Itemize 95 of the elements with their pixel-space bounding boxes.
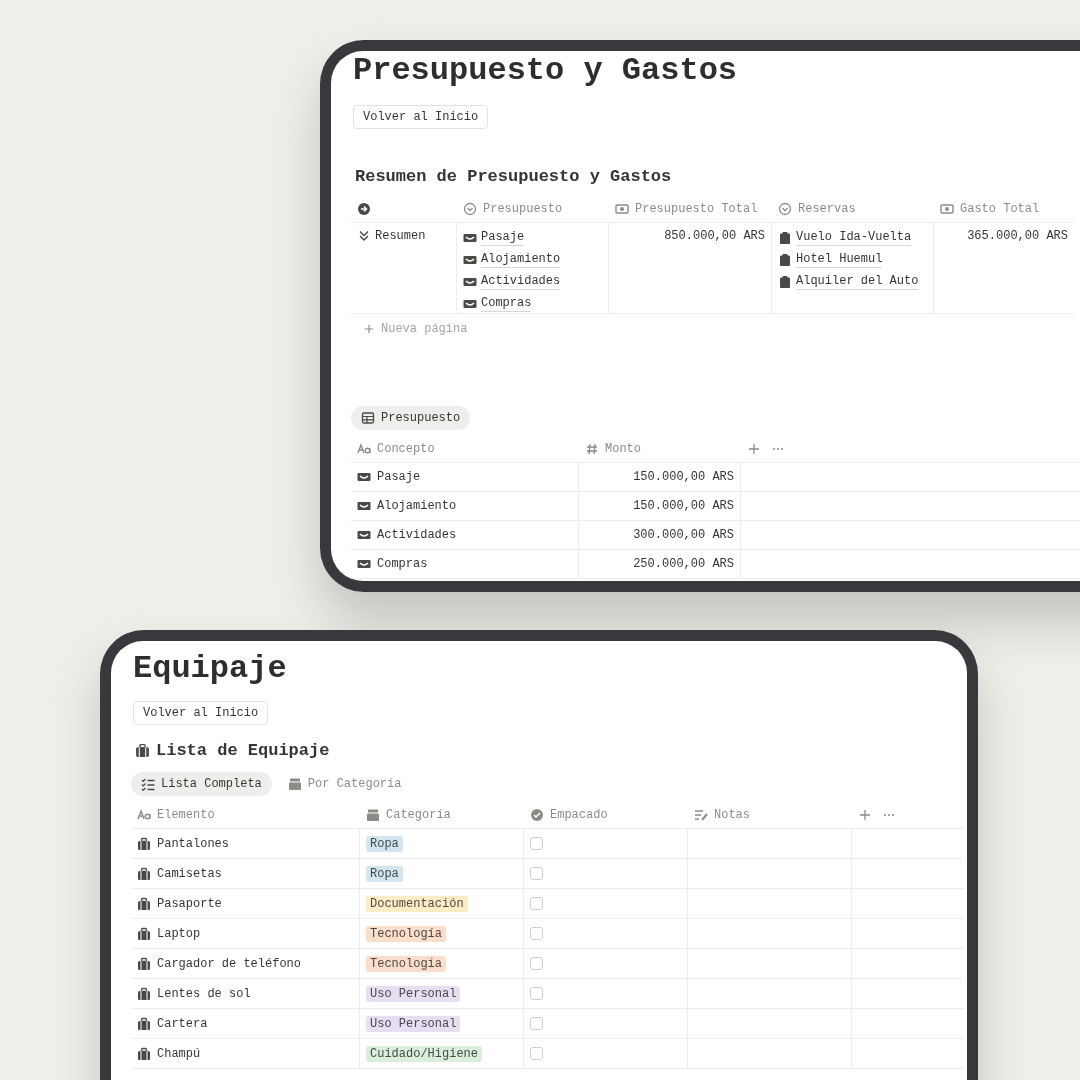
money-icon [357,557,371,571]
money-icon [357,499,371,513]
suitcase-icon [137,836,151,851]
row-title[interactable]: Alojamiento [377,499,457,513]
bill-icon [940,202,954,216]
plus-icon[interactable] [858,808,872,822]
category-tag: Uso Personal [366,985,461,1002]
hash-icon [585,442,599,456]
packed-checkbox[interactable] [530,897,543,910]
dropdown-icon [778,202,792,216]
row-title[interactable]: Resumen [375,229,426,243]
relation-link[interactable]: Actividades [481,273,561,290]
column-header: Elemento [157,808,215,822]
row-title[interactable]: Actividades [377,528,457,542]
relation-link[interactable]: Pasaje [481,229,525,246]
row-title[interactable]: Pasaje [377,470,421,484]
text-type-icon [357,442,371,456]
column-header: Reservas [798,202,856,216]
check-circle-icon [530,808,544,822]
column-header: Presupuesto Total [635,202,758,216]
checklist-icon [141,777,155,791]
drawer-icon [366,808,380,822]
suitcase-icon [137,926,151,941]
relation-link[interactable]: Vuelo Ida-Vuelta [796,229,912,246]
back-button[interactable]: Volver al Inicio [353,105,489,129]
clipboard-icon [778,230,792,245]
row-title[interactable]: Pantalones [157,836,229,851]
relation-link[interactable]: Alojamiento [481,251,561,268]
row-title[interactable]: Lentes de sol [157,986,251,1001]
suitcase-icon [137,866,151,881]
category-tag: Tecnología [366,925,446,942]
packed-checkbox[interactable] [530,987,543,1000]
row-title[interactable]: Compras [377,557,428,571]
amount-value: 150.000,00 ARS [633,499,734,513]
text-type-icon [137,808,151,822]
packed-checkbox[interactable] [530,927,543,940]
relation-link[interactable]: Hotel Huemul [796,251,883,268]
row-title[interactable]: Laptop [157,926,201,941]
category-tag: Ropa [366,835,403,852]
row-title[interactable]: Camisetas [157,866,222,881]
bill-icon [615,202,629,216]
packed-checkbox[interactable] [530,957,543,970]
amount-value: 150.000,00 ARS [633,470,734,484]
page-title: Equipaje [133,649,288,689]
suitcase-icon [137,1016,151,1031]
suitcase-icon [137,1046,151,1061]
category-tag: Cuidado/Higiene [366,1045,483,1062]
category-tag: Documentación [366,895,468,912]
category-tag: Ropa [366,865,403,882]
column-header: Gasto Total [960,202,1040,216]
packed-checkbox[interactable] [530,1047,543,1060]
rollup-value: 365.000,00 ARS [967,229,1068,243]
arrow-circle-icon [357,202,371,216]
row-title[interactable]: Cartera [157,1016,208,1031]
clipboard-icon [778,274,792,289]
category-tag: Tecnología [366,955,446,972]
text-lines-icon [694,808,708,822]
table-icon [361,411,375,425]
row-title[interactable]: Pasaporte [157,896,222,911]
packed-checkbox[interactable] [530,1017,543,1030]
section-heading: Lista de Equipaje [156,741,330,760]
relation-link[interactable]: Alquiler del Auto [796,273,919,290]
relation-link[interactable]: Compras [481,295,532,312]
rollup-value: 850.000,00 ARS [664,229,765,243]
chevrons-icon [357,229,371,243]
packed-checkbox[interactable] [530,837,543,850]
column-header: Categoría [386,808,451,822]
back-button[interactable]: Volver al Inicio [133,701,269,725]
column-header: Notas [714,808,750,822]
suitcase-icon [137,956,151,971]
suitcase-icon [137,986,151,1001]
column-header: Empacado [550,808,608,822]
section-heading: Resumen de Presupuesto y Gastos [355,167,673,186]
column-header: Presupuesto [483,202,563,216]
page-title: Presupuesto y Gastos [353,51,739,91]
column-header: Concepto [377,442,435,456]
money-icon [357,470,371,484]
amount-value: 250.000,00 ARS [633,557,734,571]
drawer-icon [287,777,302,791]
row-title[interactable]: Cargador de teléfono [157,956,302,971]
view-tab[interactable]: Por Categoría [277,772,412,796]
clipboard-icon [778,252,792,267]
suitcase-icon [137,896,151,911]
money-icon [357,528,371,542]
view-tab[interactable]: Presupuesto [351,406,471,430]
column-header: Monto [605,442,641,456]
amount-value: 300.000,00 ARS [633,528,734,542]
plus-icon[interactable] [747,442,761,456]
dropdown-icon [463,202,477,216]
category-tag: Uso Personal [366,1015,461,1032]
packed-checkbox[interactable] [530,867,543,880]
row-title[interactable]: Champú [157,1046,201,1061]
suitcase-icon [135,743,150,758]
plus-icon[interactable] [363,323,375,335]
view-tab[interactable]: Lista Completa [131,772,272,796]
